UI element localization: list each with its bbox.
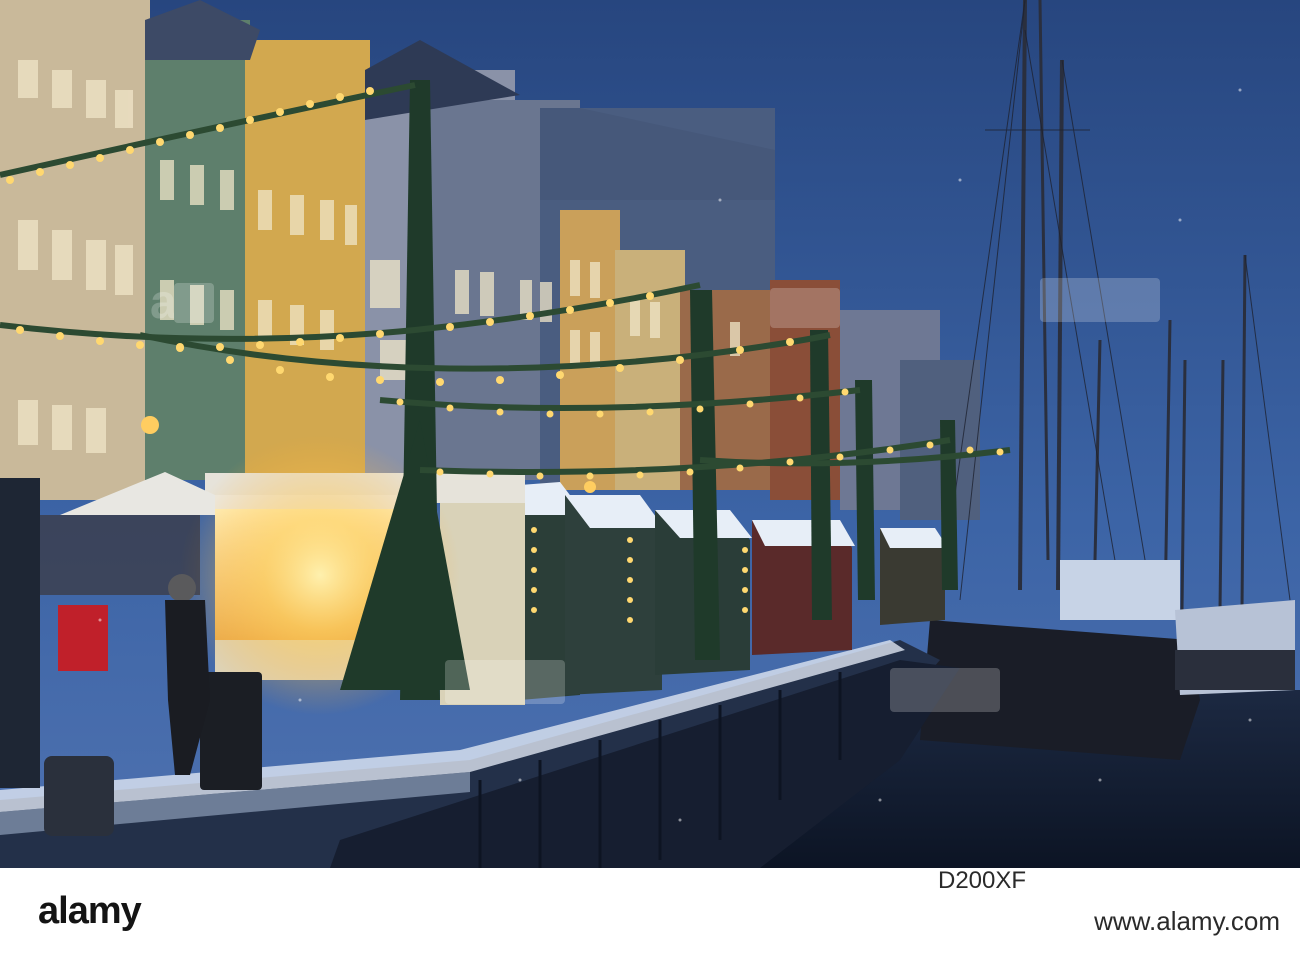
photograph: [0, 0, 1300, 868]
bollard: [44, 756, 114, 836]
alamy-logo-text: alamy: [38, 890, 142, 932]
alamy-url[interactable]: www.alamy.com: [1094, 906, 1280, 937]
alamy-logo[interactable]: alamy: [28, 882, 208, 940]
image-id-text: D200XF: [938, 867, 1027, 894]
image-id: D200XF: [938, 867, 1118, 907]
menu-sign: [58, 605, 108, 671]
